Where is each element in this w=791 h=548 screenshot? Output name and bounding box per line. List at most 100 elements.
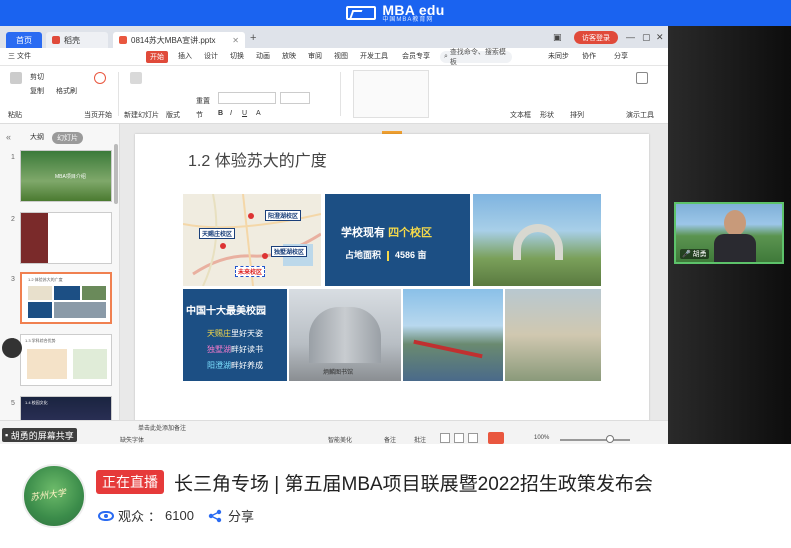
wps-ribbon: 粘贴 剪切 复制 格式刷 当页开始 新建幻灯片 版式 节 重置 B I U A …: [0, 66, 668, 124]
slide-thumbnail[interactable]: 1.3 学科综合优势: [20, 334, 112, 386]
shared-screen-wps-window: 首页 稻壳 0814苏大MBA宣讲.pptx ✕ + ▣ 访客登录 — ▢ ✕ 三…: [0, 26, 668, 444]
font-size-input[interactable]: [280, 92, 310, 104]
new-slide-icon[interactable]: [130, 72, 142, 84]
menu-member[interactable]: 会员专享: [402, 51, 430, 61]
missing-font-label[interactable]: 缺失字体: [120, 435, 144, 444]
smart-beautify-button[interactable]: 智能美化: [328, 435, 352, 444]
close-icon[interactable]: ✕: [232, 36, 239, 45]
eye-icon: [98, 510, 114, 521]
library-sign: 炳麟图书馆: [323, 370, 354, 376]
menu-insert[interactable]: 插入: [178, 51, 192, 61]
cut-button[interactable]: 剪切: [30, 72, 44, 82]
map-label: 未来校区: [235, 266, 266, 277]
screen-share-label: ▪ 胡勇的屏幕共享: [2, 428, 77, 442]
window-close-icon[interactable]: ✕: [656, 32, 664, 43]
copy-button[interactable]: 复制: [30, 86, 44, 96]
menu-view[interactable]: 视图: [334, 51, 348, 61]
slide-thumbnail[interactable]: MBA项目介绍: [20, 150, 112, 202]
maximize-icon[interactable]: ▢: [642, 32, 651, 43]
font-color-icon[interactable]: A: [256, 110, 261, 117]
reset-button[interactable]: 重置: [196, 96, 210, 106]
presentation-tools-icon[interactable]: [636, 72, 648, 84]
slide-thumbnail-selected[interactable]: 1.2 体验苏大的广度: [20, 272, 112, 324]
menu-start[interactable]: 开始: [146, 51, 168, 63]
speaker-face: [724, 210, 746, 236]
shape-gallery[interactable]: [353, 70, 429, 118]
brand-tagline: 中国MBA教育网: [382, 17, 434, 23]
map-label: 阳澄湖校区: [265, 210, 302, 221]
tab-outline[interactable]: 大纲: [30, 132, 44, 144]
format-painter-button[interactable]: 格式刷: [56, 86, 77, 96]
tab-pptx-file[interactable]: 0814苏大MBA宣讲.pptx ✕: [113, 32, 245, 48]
menu-unsynced[interactable]: 未同步: [548, 51, 569, 61]
menu-animation[interactable]: 动画: [256, 51, 270, 61]
brand-name: MBA edu: [382, 2, 445, 18]
campus-info-box: 学校现有 四个校区 占地面积 4586 亩: [325, 194, 470, 286]
shape-button[interactable]: 形状: [540, 110, 554, 120]
slide-canvas: 1.2 体验苏大的广度 阳澄湖校区 天赐庄校区 独墅湖校区 未来校区 学校现有 …: [120, 124, 668, 434]
list-menu-icon[interactable]: [2, 338, 22, 358]
paste-button[interactable]: 粘贴: [8, 110, 22, 120]
current-slide[interactable]: 1.2 体验苏大的广度 阳澄湖校区 天赐庄校区 独墅湖校区 未来校区 学校现有 …: [135, 134, 649, 424]
menu-dev-tools[interactable]: 开发工具: [360, 51, 388, 61]
wps-statusbar: 单击此处添加备注 缺失字体 智能美化 备注 批注 100%: [0, 420, 668, 444]
notes-placeholder[interactable]: 单击此处添加备注: [138, 423, 186, 432]
video-stream[interactable]: 首页 稻壳 0814苏大MBA宣讲.pptx ✕ + ▣ 访客登录 — ▢ ✕ 三…: [0, 26, 791, 444]
login-button[interactable]: 访客登录: [574, 31, 618, 44]
brand-logo[interactable]: MBA edu 中国MBA教育网: [346, 3, 444, 23]
command-search-input[interactable]: ⌕ 查找命令、搜索模板: [440, 49, 512, 66]
layout-button[interactable]: 版式: [166, 110, 180, 120]
underline-icon[interactable]: U: [242, 110, 247, 117]
play-from-current-icon[interactable]: [94, 72, 106, 84]
live-info-panel: 苏州大学 正在直播 长三角专场 | 第五届MBA项目联展暨2022招生政策发布会…: [0, 444, 791, 548]
italic-icon[interactable]: I: [230, 110, 232, 117]
comment-button[interactable]: 批注: [414, 435, 426, 444]
play-slideshow-icon[interactable]: [488, 432, 504, 444]
minimize-icon[interactable]: —: [626, 32, 635, 42]
slide-thumbnail[interactable]: [20, 212, 112, 264]
tab-daoke[interactable]: 稻壳: [46, 32, 108, 48]
collapse-panel-icon[interactable]: «: [6, 132, 11, 142]
menu-file[interactable]: 三 文件: [8, 51, 31, 61]
sorter-view-icon[interactable]: [454, 433, 464, 443]
bold-icon[interactable]: B: [218, 110, 223, 117]
share-button[interactable]: 分享: [208, 506, 254, 525]
campus-gate-photo: [473, 194, 601, 286]
notes-button[interactable]: 备注: [384, 435, 396, 444]
viewer-count: 观众： 6100: [98, 506, 194, 525]
thumbnail-scrollbar[interactable]: [114, 144, 118, 204]
menu-share[interactable]: 分享: [614, 51, 628, 61]
zoom-level: 100%: [534, 435, 550, 441]
section-button[interactable]: 节: [196, 110, 203, 120]
tab-home[interactable]: 首页: [6, 32, 42, 48]
menu-slideshow[interactable]: 放映: [282, 51, 296, 61]
zoom-slider-knob[interactable]: [606, 435, 614, 443]
beauty-campus-box: 中国十大最美校园 天赐庄里好天姿 独墅湖畔好读书 阳澄湖畔好养成: [183, 289, 287, 381]
menu-design[interactable]: 设计: [204, 51, 218, 61]
new-tab-icon[interactable]: +: [250, 32, 256, 44]
mba-logo-icon: [346, 6, 377, 20]
normal-view-icon[interactable]: [440, 433, 450, 443]
textbox-button[interactable]: 文本框: [510, 110, 531, 120]
new-slide-button[interactable]: 新建幻灯片: [124, 110, 159, 120]
speaker-camera[interactable]: 🎤 胡勇: [674, 202, 784, 264]
live-status-badge: 正在直播: [96, 470, 164, 494]
presentation-tools-button[interactable]: 演示工具: [626, 110, 654, 120]
campus-map: 阳澄湖校区 天赐庄校区 独墅湖校区 未来校区: [183, 194, 321, 286]
paste-icon[interactable]: [10, 72, 22, 84]
zoom-slider[interactable]: [560, 439, 630, 441]
play-current-button[interactable]: 当页开始: [84, 110, 112, 120]
aerial-campus-photo: [505, 289, 601, 381]
font-name-input[interactable]: [218, 92, 276, 104]
brand-header: MBA edu 中国MBA教育网: [0, 0, 791, 26]
tab-slides[interactable]: 幻灯片: [52, 132, 83, 144]
menu-transition[interactable]: 切换: [230, 51, 244, 61]
host-avatar[interactable]: 苏州大学: [22, 464, 86, 528]
arrange-button[interactable]: 排列: [570, 110, 584, 120]
library-photo: 炳麟图书馆: [289, 289, 401, 381]
menu-review[interactable]: 审阅: [308, 51, 322, 61]
reading-view-icon[interactable]: [468, 433, 478, 443]
divider: [340, 72, 341, 116]
window-list-icon[interactable]: ▣: [553, 32, 562, 43]
menu-collaborate[interactable]: 协作: [582, 51, 596, 61]
